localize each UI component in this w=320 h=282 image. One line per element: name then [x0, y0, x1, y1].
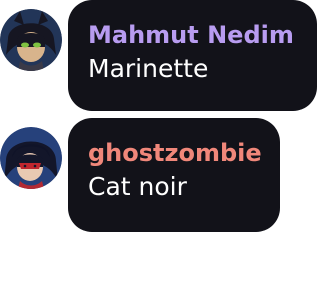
message-text: Cat noir	[88, 172, 187, 201]
avatar[interactable]	[0, 127, 62, 189]
sender-name[interactable]: ghostzombie	[88, 136, 262, 170]
sender-name[interactable]: Mahmut Nedim	[88, 18, 297, 52]
user-avatar-icon	[0, 127, 62, 189]
message-text: Marinette	[88, 54, 209, 83]
user-avatar-icon	[0, 9, 62, 71]
avatar[interactable]	[0, 9, 62, 71]
message-bubble: ghostzombie Cat noir	[68, 118, 280, 232]
message-bubble: Mahmut Nedim Marinette	[68, 0, 317, 111]
